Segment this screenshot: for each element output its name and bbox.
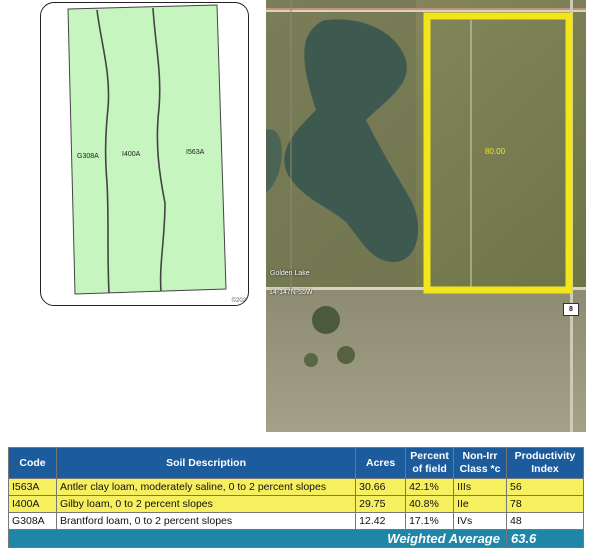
cell-class: IIIs bbox=[453, 478, 507, 496]
header-class: Non-Irr Class *c bbox=[453, 447, 507, 479]
header-percent: Percent of field bbox=[405, 447, 455, 479]
soil-label-i400a: I400A bbox=[122, 151, 141, 158]
cell-class: IVs bbox=[453, 512, 507, 530]
aerial-photo: Golden Lake 14-147N-55W 80.00 8 bbox=[266, 0, 586, 432]
tree-cluster bbox=[312, 306, 340, 334]
table-row: I563A Antler clay loam, moderately salin… bbox=[8, 478, 585, 496]
cell-description: Brantford loam, 0 to 2 percent slopes bbox=[55, 512, 357, 530]
copyright-text: ©202 bbox=[231, 298, 246, 304]
acres-label: 80.00 bbox=[485, 147, 506, 156]
aerial-imagery bbox=[266, 0, 586, 432]
header-description: Soil Description bbox=[55, 447, 357, 479]
table-row: I400A Gilby loam, 0 to 2 percent slopes … bbox=[8, 495, 585, 513]
weighted-average-value: 63.6 bbox=[505, 529, 585, 548]
cell-productivity: 78 bbox=[505, 495, 585, 513]
road-shield: 8 bbox=[563, 303, 579, 316]
cell-productivity: 48 bbox=[505, 512, 585, 530]
table-row: G308A Brantford loam, 0 to 2 percent slo… bbox=[8, 512, 585, 530]
soil-table: Code Soil Description Acres Percent of f… bbox=[8, 447, 585, 548]
cell-code: I400A bbox=[8, 495, 57, 513]
header-code: Code bbox=[8, 447, 57, 479]
header-productivity: Productivity Index bbox=[505, 447, 585, 479]
table-header-row: Code Soil Description Acres Percent of f… bbox=[8, 447, 585, 479]
section-label: 14-147N-55W bbox=[269, 289, 313, 296]
weighted-average-label: Weighted Average bbox=[8, 529, 507, 548]
soil-label-i563a: I563A bbox=[186, 149, 205, 156]
cell-acres: 30.66 bbox=[355, 478, 407, 496]
cell-class: IIe bbox=[453, 495, 507, 513]
weighted-average-row: Weighted Average 63.6 bbox=[8, 529, 585, 548]
place-label: Golden Lake bbox=[270, 270, 310, 277]
soil-label-g308a: G308A bbox=[77, 153, 99, 160]
cell-percent: 42.1% bbox=[405, 478, 455, 496]
tree-cluster bbox=[304, 353, 318, 367]
cell-code: G308A bbox=[8, 512, 57, 530]
header-acres: Acres bbox=[355, 447, 407, 479]
cell-productivity: 56 bbox=[505, 478, 585, 496]
cell-percent: 40.8% bbox=[405, 495, 455, 513]
cell-acres: 12.42 bbox=[355, 512, 407, 530]
cell-acres: 29.75 bbox=[355, 495, 407, 513]
cell-percent: 17.1% bbox=[405, 512, 455, 530]
cell-description: Gilby loam, 0 to 2 percent slopes bbox=[55, 495, 357, 513]
cell-code: I563A bbox=[8, 478, 57, 496]
cell-description: Antler clay loam, moderately saline, 0 t… bbox=[55, 478, 357, 496]
soil-map-graphic bbox=[67, 4, 227, 295]
tree-cluster bbox=[337, 346, 355, 364]
soil-map-panel: G308A I400A I563A ©202 bbox=[40, 2, 249, 306]
